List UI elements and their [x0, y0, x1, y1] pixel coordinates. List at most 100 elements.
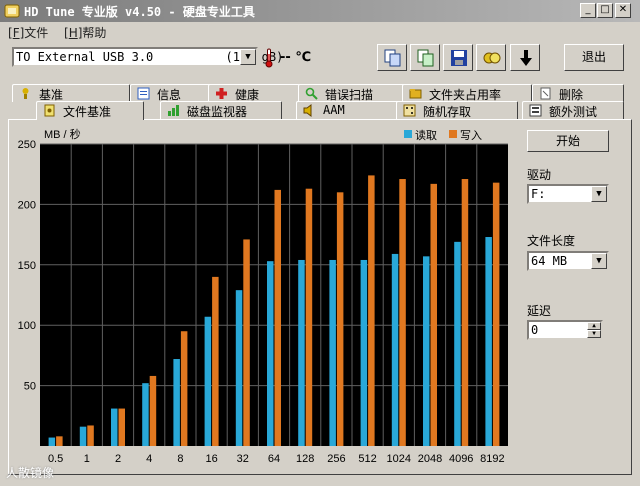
bar-write — [399, 179, 406, 447]
bar-read — [485, 237, 492, 446]
app-icon — [4, 4, 20, 18]
maximize-button[interactable]: □ — [597, 3, 613, 18]
aam-icon — [303, 104, 312, 117]
delay-spinner[interactable]: 0 ▲ ▼ — [527, 320, 603, 340]
start-button[interactable]: 开始 — [527, 130, 609, 152]
bar-write — [368, 175, 375, 446]
delay-label: 延迟 — [527, 304, 552, 318]
bar-write — [461, 179, 469, 447]
exit-button[interactable]: 退出 — [564, 44, 624, 71]
copy-screenshot-icon — [417, 49, 434, 67]
x-tick-label: 2 — [115, 453, 121, 465]
tab-error-scan[interactable]: 错误扫描 — [298, 84, 408, 102]
legend-read-label: 读取 — [415, 128, 437, 142]
file-length-combo[interactable]: 64 MB ▼ — [527, 251, 609, 271]
tab-aam[interactable]: AAM — [296, 101, 402, 119]
options-button[interactable] — [476, 44, 506, 71]
bar-read — [204, 316, 212, 446]
tab-disk-monitor[interactable]: 磁盘监视器 — [160, 101, 282, 119]
tab-folder-usage[interactable]: 文件夹占用率 — [402, 84, 532, 102]
drive-combo[interactable]: F: ▼ — [527, 184, 609, 204]
benchmark-icon — [22, 88, 29, 99]
file-length-label: 文件长度 — [527, 234, 576, 248]
watermark: 人散镜像 — [6, 466, 55, 480]
bar-write — [149, 375, 157, 446]
spin-down-button[interactable]: ▼ — [587, 330, 601, 338]
file-benchmark-icon — [44, 104, 55, 117]
bar-write — [87, 425, 94, 446]
bar-read — [48, 437, 56, 446]
tab-benchmark[interactable]: 基准 — [12, 84, 130, 102]
bar-read — [173, 359, 180, 446]
bar-write — [274, 189, 281, 446]
download-button[interactable] — [510, 44, 540, 71]
bar-read — [360, 259, 368, 446]
menu-file[interactable]: [F]文件 — [8, 24, 48, 41]
spin-up-button[interactable]: ▲ — [587, 322, 601, 330]
bar-write — [430, 183, 437, 446]
x-tick-label: 2048 — [418, 453, 442, 465]
tab-health[interactable]: 健康 — [208, 84, 300, 102]
close-button[interactable]: ✕ — [615, 3, 631, 18]
bar-read — [142, 383, 149, 446]
bar-read — [111, 408, 118, 446]
extra-tests-icon — [529, 104, 542, 117]
bar-read — [423, 256, 430, 446]
info-icon — [137, 87, 150, 100]
bar-write — [180, 331, 188, 446]
bar-write — [305, 188, 313, 447]
menu-help[interactable]: [H]帮助 — [64, 24, 106, 41]
bar-write — [243, 239, 250, 446]
drive-select[interactable]: TO External USB 3.0 (128 gB) ▼ — [12, 47, 283, 67]
bar-write — [336, 192, 344, 446]
x-tick-label: 512 — [358, 453, 376, 465]
chevron-down-icon[interactable]: ▼ — [591, 186, 607, 202]
x-tick-label: 32 — [237, 453, 249, 465]
bar-write — [118, 408, 125, 446]
x-tick-label: 256 — [327, 453, 345, 465]
y-axis-label: MB / 秒 — [44, 127, 81, 141]
options-icon — [483, 52, 501, 64]
x-tick-label: 16 — [205, 453, 217, 465]
window-title: HD Tune 专业版 v4.50 - 硬盘专业工具 — [24, 5, 255, 19]
minimize-button[interactable]: _ — [580, 3, 596, 18]
bar-read — [454, 241, 461, 446]
bar-read — [391, 253, 399, 446]
erase-icon — [540, 87, 551, 100]
drive-label: 驱动 — [527, 168, 552, 182]
copy-info-icon — [384, 49, 401, 67]
tab-random-access[interactable]: 随机存取 — [396, 101, 518, 119]
copy-screenshot-button[interactable] — [410, 44, 440, 71]
x-tick-label: 128 — [296, 453, 314, 465]
legend-write-label: 写入 — [460, 129, 482, 142]
x-tick-label: 1024 — [387, 453, 411, 465]
y-tick-label: 150 — [18, 260, 36, 272]
tab-extra-tests[interactable]: 额外测试 — [522, 101, 624, 119]
bar-read — [329, 259, 336, 446]
download-icon — [520, 50, 532, 66]
y-tick-label: 200 — [18, 199, 36, 211]
chevron-down-icon[interactable]: ▼ — [240, 49, 256, 65]
chevron-down-icon[interactable]: ▼ — [591, 253, 607, 269]
health-icon — [216, 88, 227, 99]
bar-write — [212, 276, 219, 446]
tab-file-benchmark[interactable]: 文件基准 — [36, 101, 144, 120]
y-tick-label: 50 — [24, 381, 36, 393]
bar-write — [492, 182, 500, 446]
copy-info-button[interactable] — [377, 44, 407, 71]
error-scan-icon — [305, 87, 318, 100]
bar-read — [235, 290, 243, 446]
x-tick-label: 8192 — [480, 453, 504, 465]
random-access-icon — [403, 104, 416, 117]
thermometer-icon — [265, 48, 273, 68]
plot-area — [40, 144, 508, 446]
x-tick-label: 64 — [268, 453, 280, 465]
x-tick-label: 1 — [84, 453, 90, 465]
x-tick-label: 8 — [177, 453, 183, 465]
benchmark-chart: 50 100 150 200 250 0.5 1 2 4 8 16 32 64 128 256 512 102… — [12, 124, 512, 470]
disk-monitor-icon — [168, 105, 179, 116]
save-button[interactable] — [443, 44, 473, 71]
menu-bar: [F]文件 [H]帮助 — [0, 22, 640, 40]
tab-erase[interactable]: 删除 — [532, 84, 624, 102]
x-tick-label: 4096 — [449, 453, 473, 465]
